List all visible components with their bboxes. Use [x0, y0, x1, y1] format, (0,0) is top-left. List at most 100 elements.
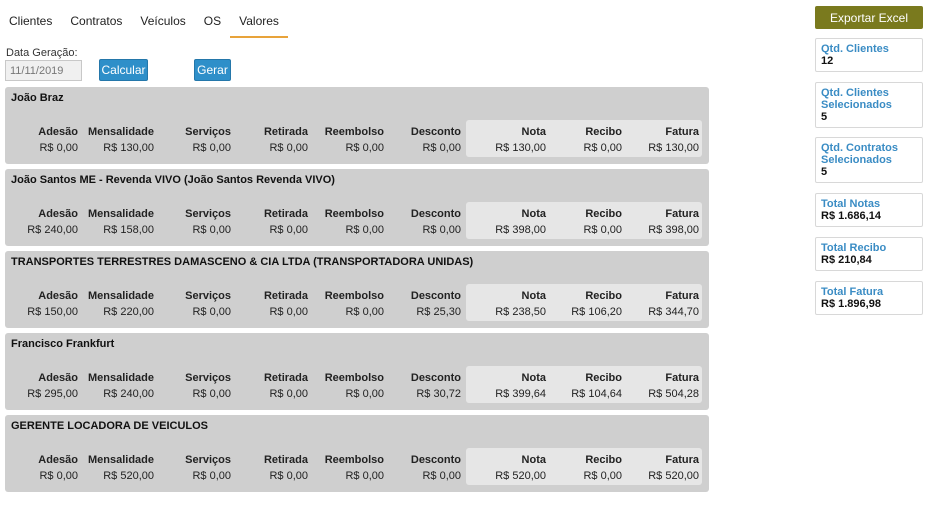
value-cell: Reembolso R$ 0,00 [309, 370, 384, 402]
value-cell: Reembolso R$ 0,00 [309, 288, 384, 320]
value-cell: Reembolso R$ 0,00 [309, 206, 384, 238]
stat-value: 5 [821, 166, 828, 178]
value-cell: Recibo R$ 104,64 [547, 370, 622, 402]
client-list: João Braz Adesão R$ 0,00 Mensalidade R$ 130,… [5, 87, 709, 497]
column-value: R$ 0,00 [345, 224, 384, 236]
column-label: Desconto [410, 290, 461, 302]
column-value: R$ 106,20 [571, 306, 622, 318]
column-value: R$ 0,00 [269, 224, 308, 236]
stat-value: R$ 210,84 [821, 254, 872, 266]
value-cell: Fatura R$ 344,70 [624, 288, 699, 320]
tab-valores[interactable]: Valores [230, 6, 288, 38]
column-value: R$ 0,00 [583, 470, 622, 482]
column-label: Nota [521, 454, 546, 466]
value-cell: Desconto R$ 30,72 [386, 370, 461, 402]
export-excel-button[interactable]: Exportar Excel [815, 6, 923, 29]
column-value: R$ 150,00 [27, 306, 78, 318]
stat-box: Total Notas R$ 1.686,14 [815, 193, 923, 227]
value-cell: Reembolso R$ 0,00 [309, 452, 384, 484]
column-label: Nota [521, 290, 546, 302]
column-value: R$ 0,00 [192, 224, 231, 236]
stat-value: 5 [821, 111, 828, 123]
value-cell: Reembolso R$ 0,00 [309, 124, 384, 156]
column-value: R$ 0,00 [345, 142, 384, 154]
value-cell: Fatura R$ 520,00 [624, 452, 699, 484]
column-label: Mensalidade [87, 126, 154, 138]
value-cell: Mensalidade R$ 240,00 [79, 370, 154, 402]
column-value: R$ 398,00 [648, 224, 699, 236]
value-cell: Adesão R$ 295,00 [3, 370, 78, 402]
column-value: R$ 0,00 [269, 388, 308, 400]
column-value: R$ 0,00 [422, 224, 461, 236]
client-name: João Braz [11, 92, 64, 104]
stat-box: Total Recibo R$ 210,84 [815, 237, 923, 271]
column-label: Reembolso [324, 290, 384, 302]
value-cell: Mensalidade R$ 130,00 [79, 124, 154, 156]
column-value: R$ 130,00 [103, 142, 154, 154]
value-cell: Nota R$ 520,00 [471, 452, 546, 484]
value-cell: Adesão R$ 0,00 [3, 124, 78, 156]
value-cell: Serviços R$ 0,00 [156, 370, 231, 402]
calcular-button[interactable]: Calcular [99, 59, 148, 81]
value-cell: Serviços R$ 0,00 [156, 124, 231, 156]
column-label: Recibo [585, 290, 622, 302]
value-cell: Adesão R$ 150,00 [3, 288, 78, 320]
column-value: R$ 0,00 [192, 388, 231, 400]
column-value: R$ 0,00 [39, 470, 78, 482]
column-label: Serviços [185, 126, 231, 138]
column-value: R$ 504,28 [648, 388, 699, 400]
column-label: Adesão [38, 208, 78, 220]
column-value: R$ 130,00 [648, 142, 699, 154]
column-label: Fatura [665, 208, 699, 220]
column-label: Mensalidade [87, 290, 154, 302]
stat-title: Total Recibo [821, 242, 887, 254]
value-cell: Desconto R$ 0,00 [386, 206, 461, 238]
column-label: Nota [521, 372, 546, 384]
value-cell: Retirada R$ 0,00 [233, 370, 308, 402]
column-label: Reembolso [324, 454, 384, 466]
column-value: R$ 520,00 [103, 470, 154, 482]
column-value: R$ 0,00 [345, 388, 384, 400]
client-name: TRANSPORTES TERRESTRES DAMASCENO & CIA L… [11, 256, 474, 268]
column-label: Recibo [585, 372, 622, 384]
column-value: R$ 0,00 [583, 224, 622, 236]
value-cell: Nota R$ 130,00 [471, 124, 546, 156]
date-input[interactable] [5, 60, 82, 81]
value-cell: Nota R$ 399,64 [471, 370, 546, 402]
tab-os[interactable]: OS [195, 6, 230, 38]
column-label: Fatura [665, 290, 699, 302]
column-label: Retirada [263, 290, 308, 302]
value-cell: Desconto R$ 0,00 [386, 452, 461, 484]
value-cell: Nota R$ 398,00 [471, 206, 546, 238]
value-cell: Fatura R$ 130,00 [624, 124, 699, 156]
stat-value: R$ 1.686,14 [821, 210, 881, 222]
client-name: João Santos ME - Revenda VIVO (João Sant… [11, 174, 335, 186]
column-value: R$ 240,00 [27, 224, 78, 236]
stat-title: Total Notas [821, 198, 881, 210]
column-value: R$ 0,00 [269, 142, 308, 154]
column-value: R$ 0,00 [39, 142, 78, 154]
column-label: Mensalidade [87, 208, 154, 220]
column-value: R$ 158,00 [103, 224, 154, 236]
column-value: R$ 0,00 [269, 306, 308, 318]
tab-contratos[interactable]: Contratos [61, 6, 131, 38]
gerar-button[interactable]: Gerar [194, 59, 231, 81]
value-cell: Recibo R$ 0,00 [547, 206, 622, 238]
value-cell: Adesão R$ 240,00 [3, 206, 78, 238]
column-label: Reembolso [324, 208, 384, 220]
column-value: R$ 30,72 [416, 388, 461, 400]
column-value: R$ 104,64 [571, 388, 622, 400]
column-label: Serviços [185, 208, 231, 220]
column-label: Retirada [263, 454, 308, 466]
stat-title: Qtd. Contratos Selecionados [821, 142, 898, 166]
stat-title: Qtd. Clientes [821, 43, 889, 55]
column-value: R$ 398,00 [495, 224, 546, 236]
value-cell: Recibo R$ 106,20 [547, 288, 622, 320]
tab-clientes[interactable]: Clientes [0, 6, 61, 38]
column-value: R$ 295,00 [27, 388, 78, 400]
value-cell: Mensalidade R$ 520,00 [79, 452, 154, 484]
column-label: Fatura [665, 126, 699, 138]
value-cell: Mensalidade R$ 158,00 [79, 206, 154, 238]
column-label: Fatura [665, 372, 699, 384]
tab-veiculos[interactable]: Veículos [131, 6, 194, 38]
